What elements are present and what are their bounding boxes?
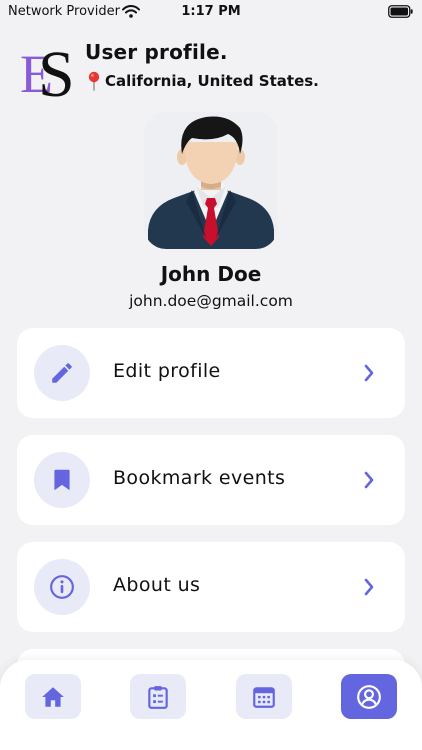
bookmark-events-button[interactable]: Bookmark events	[17, 435, 405, 525]
page-title: User profile.	[85, 40, 228, 64]
about-us-button[interactable]: About us	[17, 542, 405, 632]
location: California, United States.	[87, 71, 319, 91]
edit-profile-label: Edit profile	[113, 360, 221, 382]
info-icon	[50, 575, 74, 599]
edit-profile-icon-badge	[34, 345, 90, 401]
battery-icon	[388, 5, 413, 18]
nav-profile-button[interactable]	[341, 674, 397, 719]
calendar-icon	[253, 686, 275, 708]
chevron-right-icon	[364, 471, 374, 489]
profile-screen: Network Provider 1:17 PM E S User profil…	[0, 0, 422, 750]
edit-profile-button[interactable]: Edit profile	[17, 328, 405, 418]
clipboard-list-icon	[148, 685, 168, 709]
bookmark-icon	[54, 469, 70, 491]
user-name: John Doe	[160, 262, 262, 286]
map-pin-icon	[88, 71, 100, 91]
clock: 1:17 PM	[181, 4, 241, 19]
about-us-icon-badge	[34, 559, 90, 615]
status-bar: Network Provider 1:17 PM	[0, 0, 422, 24]
nav-tasks-button[interactable]	[130, 674, 186, 719]
nav-home-button[interactable]	[25, 674, 81, 719]
home-icon	[42, 686, 64, 707]
nav-calendar-button[interactable]	[236, 674, 292, 719]
app-logo: E S	[20, 38, 75, 102]
user-avatar-illustration	[148, 116, 274, 249]
chevron-right-icon	[364, 364, 374, 382]
chevron-right-icon	[364, 578, 374, 596]
user-icon	[357, 684, 381, 709]
svg-text:S: S	[38, 38, 75, 102]
user-email: john.doe@gmail.com	[129, 292, 293, 310]
bookmark-icon-badge	[34, 452, 90, 508]
avatar	[144, 112, 278, 249]
about-us-label: About us	[113, 574, 201, 596]
bottom-navigation	[0, 660, 422, 750]
location-text: California, United States.	[105, 72, 319, 90]
bookmark-events-label: Bookmark events	[113, 467, 286, 489]
pencil-icon	[52, 363, 72, 383]
